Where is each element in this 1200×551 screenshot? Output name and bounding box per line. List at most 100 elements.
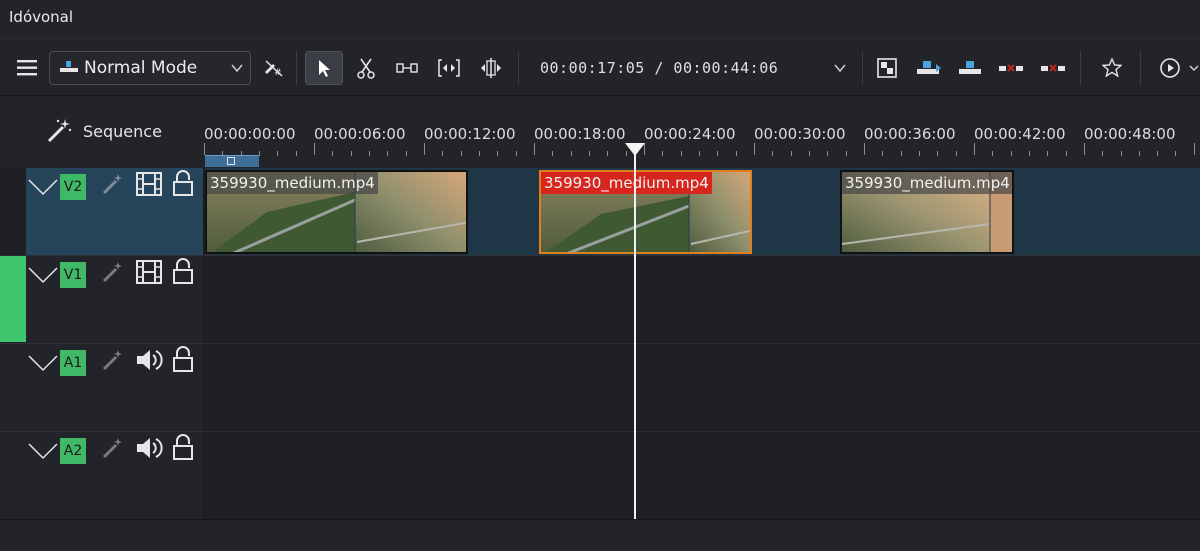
ruler-tick — [350, 151, 352, 156]
ruler-tick — [662, 151, 664, 156]
timeline-header: Sequence — [0, 97, 204, 168]
hamburger-menu-icon[interactable] — [14, 51, 42, 85]
chevron-down-icon — [230, 60, 244, 79]
ruler-tick — [1138, 151, 1140, 156]
ruler-label: 00:00:36:00 — [864, 125, 956, 143]
overwrite-clip-icon[interactable] — [955, 51, 985, 85]
timeline-clip[interactable]: 359930_medium.mp4 — [205, 170, 468, 254]
ruler-tick — [533, 143, 535, 155]
extract-icon[interactable] — [996, 51, 1026, 85]
effects-wand-icon[interactable] — [101, 260, 125, 288]
chevron-down-icon[interactable] — [28, 354, 58, 376]
film-strip-icon[interactable] — [136, 259, 162, 289]
ruler-tick — [863, 143, 865, 155]
ruler-tick — [588, 151, 590, 156]
ripple-tool-button[interactable] — [434, 51, 464, 85]
ruler-tick — [442, 151, 444, 156]
ruler-tick — [1047, 151, 1049, 156]
lock-open-icon[interactable] — [172, 258, 194, 290]
ruler-tick — [808, 151, 810, 156]
ruler-tick — [955, 151, 957, 156]
clip-label: 359930_medium.mp4 — [541, 172, 712, 194]
ruler-label: 00:00:00:00 — [204, 125, 296, 143]
speaker-icon[interactable] — [135, 435, 163, 465]
magic-wand-icon[interactable] — [45, 117, 73, 149]
ruler-tick — [973, 143, 975, 155]
ruler-tick — [937, 151, 939, 156]
time-ruler[interactable]: 00:00:00:00 00:00:06:00 00:00:12:00 00:0… — [204, 97, 1200, 168]
ruler-tick — [204, 143, 205, 155]
ruler-tick — [1157, 151, 1159, 156]
razor-tool-button[interactable] — [352, 51, 380, 85]
ruler-tick — [570, 151, 572, 156]
ruler-tick — [1102, 151, 1104, 156]
ruler-label: 00:00:30:00 — [754, 125, 846, 143]
timeline-clip-selected[interactable]: 359930_medium.mp4 — [539, 170, 752, 254]
speaker-icon[interactable] — [135, 347, 163, 377]
ruler-tick — [387, 151, 389, 156]
timecode-display[interactable]: 00:00:17:05 / 00:00:44:06 — [540, 59, 778, 77]
ruler-tick — [258, 151, 260, 156]
effects-wand-icon[interactable] — [101, 172, 125, 200]
chevron-down-icon[interactable] — [28, 178, 58, 200]
film-strip-icon[interactable] — [136, 171, 162, 201]
playhead-line[interactable] — [634, 150, 636, 519]
track-header-v2[interactable]: V2 — [0, 168, 204, 255]
slip-tool-button[interactable] — [476, 51, 506, 85]
star-icon[interactable] — [1098, 51, 1126, 85]
ruler-tick — [1120, 151, 1122, 156]
track-name-badge: V1 — [60, 262, 86, 288]
track-lane-a2[interactable] — [205, 432, 1200, 519]
lock-open-icon[interactable] — [172, 346, 194, 378]
ruler-tick — [515, 151, 517, 156]
playhead-marker[interactable] — [625, 143, 645, 156]
track-lane-v1[interactable] — [205, 256, 1200, 343]
ruler-label: 00:00:12:00 — [424, 125, 516, 143]
play-circle-icon[interactable] — [1156, 51, 1184, 85]
chevron-down-icon[interactable] — [28, 266, 58, 288]
effects-wand-icon[interactable] — [101, 348, 125, 376]
track-name-badge: A2 — [60, 438, 86, 464]
ruler-tick — [497, 151, 499, 156]
track-header-a1[interactable]: A1 — [0, 344, 204, 431]
ruler-tick — [1028, 151, 1030, 156]
zone-marker[interactable] — [205, 155, 259, 167]
timeline-clip[interactable]: 359930_medium.mp4 — [840, 170, 1014, 254]
ruler-tick — [992, 151, 994, 156]
effects-toggle-icon[interactable]: # — [260, 51, 288, 85]
ruler-tick — [772, 151, 774, 156]
ruler-tick — [882, 151, 884, 156]
mode-label: Normal Mode — [84, 58, 198, 78]
window-title: Idóvonal — [9, 8, 74, 26]
ruler-tick — [405, 151, 407, 156]
spacer-tool-button[interactable] — [393, 51, 421, 85]
timecode-chevron-down-icon[interactable] — [828, 51, 852, 85]
track-name-badge: V2 — [60, 174, 86, 200]
ruler-tick — [368, 151, 370, 156]
ruler-tick — [478, 151, 480, 156]
ruler-tick — [313, 143, 315, 155]
timeline-toolbar: Normal Mode # 00:00:17:05 / 00:00:44:06 — [0, 38, 1200, 96]
mode-dropdown[interactable]: Normal Mode — [49, 51, 251, 85]
selection-tool-button[interactable] — [305, 51, 343, 85]
ruler-tick — [1193, 143, 1195, 155]
effects-wand-icon[interactable] — [101, 436, 125, 464]
sequence-label: Sequence — [83, 122, 162, 141]
ruler-tick — [332, 151, 334, 156]
track-lane-a1[interactable] — [205, 344, 1200, 431]
composite-icon[interactable] — [874, 51, 900, 85]
play-chevron-down-icon[interactable] — [1188, 51, 1200, 85]
track-header-a2[interactable]: A2 — [0, 432, 204, 519]
lock-open-icon[interactable] — [172, 434, 194, 466]
ruler-tick — [845, 151, 847, 156]
lift-icon[interactable] — [1038, 51, 1068, 85]
active-track-indicator — [0, 256, 26, 342]
ruler-tick — [277, 151, 279, 156]
ruler-tick — [1175, 151, 1177, 156]
track-header-v1[interactable]: V1 — [0, 256, 204, 343]
ruler-label: 00:00:42:00 — [974, 125, 1066, 143]
lock-open-icon[interactable] — [172, 170, 194, 202]
insert-clip-icon[interactable] — [914, 51, 944, 85]
chevron-down-icon[interactable] — [28, 442, 58, 464]
clip-label: 359930_medium.mp4 — [842, 172, 1012, 194]
